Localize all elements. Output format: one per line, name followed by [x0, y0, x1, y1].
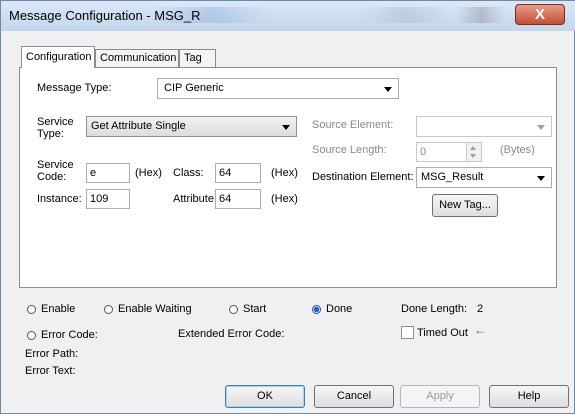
attribute-input[interactable]: 64 — [215, 189, 261, 209]
spinner-arrows-icon — [466, 143, 481, 161]
source-length-unit: (Bytes) — [500, 144, 535, 156]
tab-configuration[interactable]: Configuration — [21, 46, 95, 68]
message-type-label: Message Type: — [37, 82, 112, 94]
message-configuration-dialog: Message Configuration - MSG_R X Configur… — [0, 0, 575, 414]
instance-input[interactable]: 109 — [86, 189, 130, 209]
apply-button: Apply — [400, 385, 480, 408]
configuration-panel: Message Type: CIP Generic Service Type: … — [19, 67, 557, 288]
extended-error-code-label: Extended Error Code: — [178, 328, 285, 340]
help-button[interactable]: Help — [489, 385, 569, 408]
new-tag-button[interactable]: New Tag... — [432, 194, 498, 217]
ok-button[interactable]: OK — [225, 385, 305, 408]
source-element-select — [416, 116, 552, 137]
message-type-value: CIP Generic — [164, 82, 224, 94]
close-icon: X — [534, 6, 545, 23]
start-label: Start — [243, 303, 267, 315]
error-path-label: Error Path: — [25, 348, 79, 360]
timed-out-label: Timed Out — [417, 327, 468, 339]
background-blur — [361, 7, 451, 23]
source-length-value: 0 — [420, 146, 427, 158]
tab-label: Communication — [100, 52, 177, 64]
window-title: Message Configuration - MSG_R — [9, 8, 201, 23]
chevron-down-icon — [537, 125, 545, 130]
done-radio — [312, 305, 321, 314]
done-length-label: Done Length: — [401, 303, 468, 315]
tab-tag[interactable]: Tag — [179, 49, 216, 67]
message-type-select[interactable]: CIP Generic — [157, 78, 399, 99]
cancel-button[interactable]: Cancel — [314, 385, 394, 408]
source-length-input: 0 — [416, 142, 482, 162]
enable-radio — [27, 305, 36, 314]
class-label: Class: — [173, 167, 204, 179]
title-bar: Message Configuration - MSG_R X — [1, 1, 575, 31]
done-label: Done — [326, 303, 353, 315]
tab-label: Tag — [184, 52, 202, 64]
chevron-down-icon — [282, 125, 290, 130]
attribute-unit: (Hex) — [271, 193, 298, 205]
service-code-input[interactable]: e — [86, 163, 130, 183]
background-blur — [456, 7, 506, 23]
error-text-label: Error Text: — [25, 365, 76, 377]
destination-element-select[interactable]: MSG_Result — [416, 167, 552, 188]
timed-out-checkbox[interactable] — [401, 326, 414, 339]
error-code-radio — [27, 331, 36, 340]
source-element-label: Source Element: — [312, 119, 394, 131]
enable-label: Enable — [41, 303, 76, 315]
tab-label: Configuration — [26, 51, 92, 63]
chevron-down-icon — [537, 176, 545, 181]
service-code-unit: (Hex) — [135, 167, 162, 179]
destination-element-value: MSG_Result — [421, 171, 484, 183]
service-type-label: Service Type: — [37, 116, 74, 140]
service-code-label: Service Code: — [37, 159, 74, 183]
close-button[interactable]: X — [515, 4, 565, 25]
enable-waiting-radio — [104, 305, 113, 314]
destination-element-label: Destination Element: — [312, 171, 414, 183]
error-code-label: Error Code: — [41, 329, 98, 341]
class-input[interactable]: 64 — [215, 163, 261, 183]
start-radio — [229, 305, 238, 314]
service-type-select[interactable]: Get Attribute Single — [86, 116, 297, 137]
attribute-label: Attribute: — [173, 193, 218, 205]
source-length-label: Source Length: — [312, 144, 387, 156]
tab-communication[interactable]: Communication — [95, 49, 179, 67]
service-type-value: Get Attribute Single — [91, 120, 186, 132]
done-length-value: 2 — [477, 303, 484, 315]
class-unit: (Hex) — [271, 167, 298, 179]
arrow-left-icon: ← — [474, 323, 486, 337]
chevron-down-icon — [384, 87, 392, 92]
instance-label: Instance: — [37, 193, 82, 205]
enable-waiting-label: Enable Waiting — [118, 303, 192, 315]
